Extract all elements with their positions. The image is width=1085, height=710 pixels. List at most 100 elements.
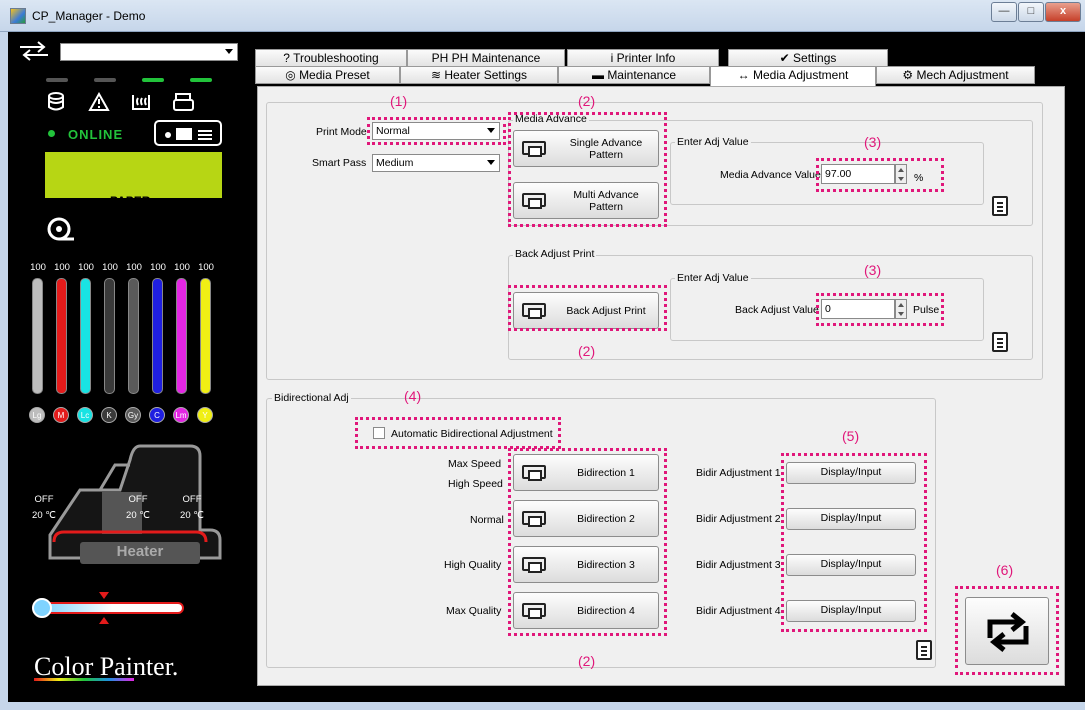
tab-row2-3[interactable]: ↔ Media Adjustment — [710, 66, 876, 86]
tab-icon: i — [610, 51, 614, 65]
ink-bar-k — [104, 278, 115, 394]
advance-value-label: Media Advance Value — [720, 169, 821, 181]
online-status: ONLINE — [68, 127, 124, 142]
callout-5-box — [781, 453, 927, 632]
callout-2a-label: (2) — [578, 93, 596, 109]
status-led — [94, 78, 116, 82]
heater-label: Heater — [116, 543, 164, 560]
ink-label-k: K — [101, 407, 117, 423]
callout-2c-label: (2) — [578, 653, 596, 669]
tab-row1-2[interactable]: i Printer Info — [567, 49, 719, 67]
media-used: 0 m — [215, 236, 232, 247]
mode-normal: Normal — [470, 514, 504, 526]
bidir-adj-1-label: Bidir Adjustment 1 — [696, 467, 781, 479]
callout-2b-label: (2) — [578, 343, 596, 359]
ink-bar-gy — [128, 278, 139, 394]
ink-label-lm: Lm — [173, 407, 189, 423]
tab-row2-2[interactable]: ▬ Maintenance — [558, 66, 710, 84]
tab-icon: ? — [283, 51, 290, 65]
enter-adj-title-2: Enter Adj Value — [675, 272, 751, 284]
callout-4-label: (4) — [404, 388, 422, 404]
ink-level-lm: 100 — [174, 262, 190, 273]
advance-note-icon[interactable] — [992, 196, 1008, 216]
media-roll-icon — [46, 214, 76, 244]
mode-high-quality: High Quality — [444, 559, 502, 571]
mode-max-quality: Max Quality — [446, 605, 502, 617]
title-bar — [0, 0, 1085, 32]
online-indicator — [48, 130, 55, 137]
status-led — [142, 78, 164, 82]
paper-label: PAPER — [110, 194, 151, 208]
ink-icon — [46, 92, 68, 112]
tab-icon: ↔ — [737, 68, 750, 82]
ink-level-c: 100 — [150, 262, 166, 273]
status-led — [46, 78, 68, 82]
close-button[interactable]: x — [1045, 2, 1081, 22]
heater-icon — [130, 92, 152, 112]
lcd-display — [45, 152, 222, 198]
version-label: Ver3.42 — [192, 672, 229, 684]
callout-4-box — [355, 417, 561, 449]
tab-icon: ▬ — [591, 68, 604, 82]
callout-1-box — [367, 117, 506, 145]
tab-row1-0[interactable]: ? Troubleshooting — [255, 49, 407, 67]
window-frame — [0, 32, 8, 710]
ink-label-y: Y — [197, 407, 213, 423]
warning-icon — [88, 91, 110, 112]
window-title: CP_Manager - Demo — [32, 9, 146, 23]
smart-pass-label: Smart Pass — [312, 157, 367, 169]
printer-icon — [172, 92, 196, 112]
tab-row1-3[interactable]: ✔ Settings — [728, 49, 888, 67]
ink-level-k: 100 — [102, 262, 118, 273]
ink-bar-c — [152, 278, 163, 394]
print-mode-label: Print Mode — [316, 126, 367, 138]
ink-label-lc: Lc — [77, 407, 93, 423]
enter-adj-title: Enter Adj Value — [675, 136, 751, 148]
tab-row2-0[interactable]: ◎ Media Preset — [255, 66, 400, 84]
tab-row2-4[interactable]: ⚙ Mech Adjustment — [876, 66, 1035, 84]
ink-level-m: 100 — [54, 262, 70, 273]
callout-6-box — [955, 586, 1059, 675]
room-temp-gauge — [40, 602, 184, 614]
heater-post-temp: 20 ℃ — [180, 510, 204, 521]
tab-icon: ✔ — [779, 51, 790, 65]
media-remaining: 1625 mm — [190, 214, 232, 225]
ink-bar-y — [200, 278, 211, 394]
heater-post-state: OFF — [182, 494, 202, 505]
tab-icon: ⚙ — [902, 68, 914, 82]
temp-marker-bottom — [99, 617, 109, 624]
ink-label-m: M — [53, 407, 69, 423]
back-adjust-title: Back Adjust Print — [513, 248, 597, 260]
maximize-button[interactable]: □ — [1018, 2, 1044, 22]
room-temp-thumb — [32, 598, 52, 618]
callout-2c-box — [508, 448, 667, 636]
smart-pass-select[interactable]: Medium — [372, 154, 500, 172]
ink-bar-lg — [32, 278, 43, 394]
app-icon — [10, 8, 26, 24]
heater-pre-state: OFF — [34, 494, 54, 505]
bidir-adj-3-label: Bidir Adjustment 3 — [696, 559, 781, 571]
bidir-adj-4-label: Bidir Adjustment 4 — [696, 605, 781, 617]
printer-status-icon — [154, 120, 222, 146]
tab-row1-1[interactable]: PH PH Maintenance — [407, 49, 565, 67]
callout-1-label: (1) — [390, 93, 408, 109]
minimize-button[interactable]: — — [991, 2, 1017, 22]
window-frame-bottom — [0, 702, 1085, 710]
tab-icon: ◎ — [285, 68, 296, 82]
callout-2a-box — [508, 112, 667, 227]
ink-level-y: 100 — [198, 262, 214, 273]
bidir-note-icon[interactable] — [916, 640, 932, 660]
bidir-adj-2-label: Bidir Adjustment 2 — [696, 513, 781, 525]
room-temp: 20 ℃ — [202, 604, 228, 615]
ink-level-lc: 100 — [78, 262, 94, 273]
switch-printer-icon[interactable] — [16, 41, 52, 61]
callout-3a-box — [816, 158, 944, 192]
tab-row2-1[interactable]: ≋ Heater Settings — [400, 66, 558, 84]
back-note-icon[interactable] — [992, 332, 1008, 352]
heater-pre-temp: 20 ℃ — [32, 510, 56, 521]
tab-icon: ≋ — [430, 68, 441, 82]
callout-2b-box — [508, 285, 667, 331]
temp-marker-top — [99, 592, 109, 599]
callout-3b-box — [816, 293, 944, 326]
printer-select[interactable] — [60, 43, 238, 61]
